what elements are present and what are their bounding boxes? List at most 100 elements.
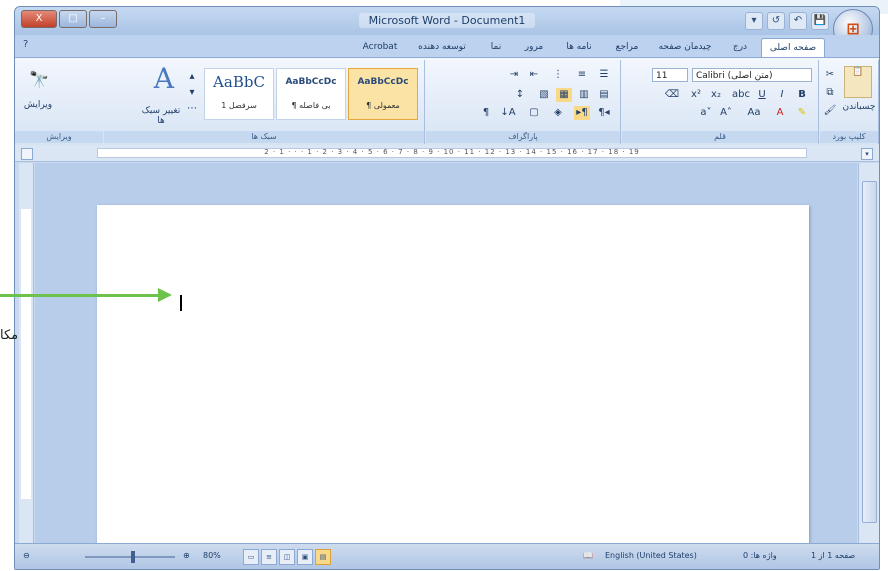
superscript-icon[interactable]: x² (688, 88, 704, 102)
tab-view[interactable]: نما (481, 38, 511, 56)
cut-icon[interactable]: ✂ (822, 68, 838, 82)
style-normal[interactable]: AaBbCcDc ¶ معمولی (348, 68, 418, 120)
style-sample: AaBbCcDc (357, 77, 409, 87)
style-no-spacing[interactable]: AaBbCcDc ¶ بی فاصله (276, 68, 346, 120)
word-count[interactable]: واژه ها: 0 (743, 551, 777, 560)
highlight-icon[interactable]: ✎ (794, 106, 810, 120)
zoom-in-icon[interactable]: ⊕ (183, 551, 190, 560)
clipboard-group-label: کلیپ بورد (820, 131, 878, 143)
change-case-icon[interactable]: Aa (746, 106, 762, 120)
paste-button[interactable]: چسباندن (842, 102, 876, 112)
tab-acrobat[interactable]: Acrobat (357, 38, 403, 56)
web-layout-icon[interactable]: ◫ (279, 549, 295, 565)
grow-font-icon[interactable]: A˄ (718, 106, 734, 120)
styles-scroll-up-icon[interactable]: ▴ (184, 70, 200, 84)
styles-scroll-down-icon[interactable]: ▾ (184, 86, 200, 100)
style-name: ¶ بی فاصله (291, 101, 331, 110)
full-screen-icon[interactable]: ▣ (297, 549, 313, 565)
redo-icon[interactable]: ↺ (767, 12, 785, 30)
draft-view-icon[interactable]: ▭ (243, 549, 259, 565)
horizontal-ruler[interactable]: 2 · 1 · · · 1 · 2 · 3 · 4 · 5 · 6 · 7 · … (15, 145, 879, 162)
quick-access-toolbar: ▾ ↺ ↶ 💾 (741, 12, 829, 30)
customize-qat-icon[interactable]: ▾ (745, 12, 763, 30)
zoom-out-icon[interactable]: ⊖ (23, 551, 30, 560)
style-sample: AaBbC (213, 73, 265, 91)
outline-view-icon[interactable]: ≡ (261, 549, 277, 565)
font-name-input[interactable]: Calibri (متن اصلی) (692, 68, 812, 82)
change-styles-icon[interactable]: A (154, 62, 174, 95)
font-size-input[interactable]: 11 (652, 68, 688, 82)
numbering-icon[interactable]: ≡ (574, 68, 590, 82)
vertical-scrollbar[interactable] (858, 163, 879, 543)
style-name: سرفصل 1 (221, 101, 257, 110)
help-icon[interactable]: ? (23, 39, 28, 50)
change-styles-button[interactable]: تغییر سبک ها (138, 106, 184, 126)
page-number[interactable]: صفحه 1 از 1 (811, 551, 855, 560)
tab-references[interactable]: مراجع (607, 38, 647, 56)
bullets-icon[interactable]: ☰ (596, 68, 612, 82)
vertical-ruler[interactable] (19, 163, 34, 543)
tab-mailings[interactable]: نامه ها (557, 38, 601, 56)
ribbon-tabs: صفحه اصلی درج چیدمان صفحه مراجع نامه ها … (15, 35, 879, 57)
scrollbar-thumb[interactable] (862, 181, 877, 523)
paragraph-group: ☰ ≡ ⋮ ⇤ ⇥ ▤ ▥ ▦ ▧ ↕ ¶◂ ▸¶ ◈ ▢ ↓A ¶ پاراگ… (426, 60, 621, 144)
justify-icon[interactable]: ▧ (536, 88, 552, 102)
undo-icon[interactable]: ↶ (789, 12, 807, 30)
underline-button[interactable]: U (754, 88, 770, 102)
align-center-icon[interactable]: ▥ (576, 88, 592, 102)
line-spacing-icon[interactable]: ↕ (512, 88, 528, 102)
style-heading-1[interactable]: AaBbC سرفصل 1 (204, 68, 274, 120)
save-icon[interactable]: 💾 (811, 12, 829, 30)
zoom-level[interactable]: 80% (203, 551, 221, 560)
view-ruler-icon[interactable]: ▾ (861, 148, 873, 160)
strikethrough-icon[interactable]: abc (732, 88, 750, 102)
vertical-ruler-track (21, 209, 31, 499)
language-indicator[interactable]: English (United States) (605, 551, 697, 560)
italic-button[interactable]: I (774, 88, 790, 102)
ltr-direction-icon[interactable]: ▸¶ (574, 106, 590, 120)
borders-icon[interactable]: ▢ (526, 106, 542, 120)
tab-home[interactable]: صفحه اصلی (761, 38, 825, 57)
style-name: ¶ معمولی (366, 101, 400, 110)
format-painter-icon[interactable]: 🖌 (822, 104, 838, 118)
sort-icon[interactable]: ↓A (500, 106, 516, 120)
zoom-slider-thumb[interactable] (131, 551, 135, 563)
font-group: Calibri (متن اصلی) 11 B I U abc x₂ x² ⌫ … (622, 60, 819, 144)
tab-developer[interactable]: توسعه دهنده (409, 38, 475, 56)
paragraph-group-label: پاراگراف (426, 131, 620, 143)
decrease-indent-icon[interactable]: ⇤ (526, 68, 542, 82)
font-group-label: قلم (622, 131, 818, 143)
tab-review[interactable]: مرور (517, 38, 551, 56)
subscript-icon[interactable]: x₂ (708, 88, 724, 102)
increase-indent-icon[interactable]: ⇥ (506, 68, 522, 82)
clear-formatting-icon[interactable]: ⌫ (664, 88, 680, 102)
bold-button[interactable]: B (794, 88, 810, 102)
tab-insert[interactable]: درج (723, 38, 757, 56)
align-right-icon[interactable]: ▤ (596, 88, 612, 102)
multilevel-list-icon[interactable]: ⋮ (550, 68, 566, 82)
align-left-icon[interactable]: ▦ (556, 88, 572, 102)
copy-icon[interactable]: ⧉ (822, 86, 838, 100)
ruler-marks: 2 · 1 · · · 1 · 2 · 3 · 4 · 5 · 6 · 7 · … (264, 148, 640, 156)
title-bar: X □ – Microsoft Word - Document1 ▾ ↺ ↶ 💾… (15, 7, 879, 49)
proofing-icon[interactable]: 📖 (583, 551, 593, 560)
callout-arrow-head (158, 288, 172, 302)
shading-icon[interactable]: ◈ (550, 106, 566, 120)
paste-icon[interactable]: 📋 (844, 66, 872, 98)
styles-group: AaBbCcDc ¶ معمولی AaBbCcDc ¶ بی فاصله Aa… (104, 60, 425, 144)
styles-group-label: سبک ها (104, 131, 424, 143)
shrink-font-icon[interactable]: a˅ (698, 106, 714, 120)
editing-button[interactable]: ویرایش (21, 100, 55, 110)
tab-page-layout[interactable]: چیدمان صفحه (653, 38, 717, 56)
zoom-slider[interactable] (85, 556, 175, 558)
show-marks-icon[interactable]: ¶ (478, 106, 494, 120)
print-layout-icon[interactable]: ▤ (315, 549, 331, 565)
rtl-direction-icon[interactable]: ¶◂ (596, 106, 612, 120)
tab-selector-icon[interactable] (21, 148, 33, 160)
style-sample: AaBbCcDc (285, 77, 337, 87)
font-color-icon[interactable]: A (772, 106, 788, 120)
styles-more-icon[interactable]: ⋯ (184, 102, 200, 116)
document-page[interactable] (97, 205, 809, 550)
find-icon[interactable]: 🔭 (27, 70, 51, 94)
ruler-track: 2 · 1 · · · 1 · 2 · 3 · 4 · 5 · 6 · 7 · … (97, 148, 807, 158)
